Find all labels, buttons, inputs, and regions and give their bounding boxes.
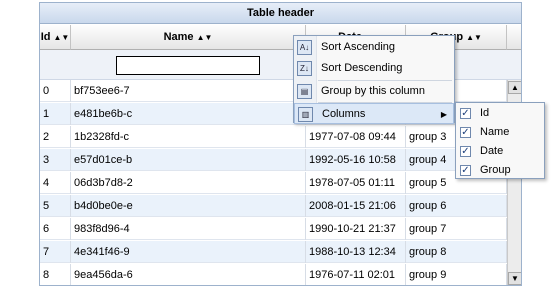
columns-icon: ▥	[298, 107, 313, 122]
cell-id: 6	[40, 218, 71, 240]
group-by-icon: ▤	[297, 84, 312, 99]
checkbox-icon[interactable]: ✓	[460, 165, 471, 176]
cell-id: 5	[40, 195, 71, 217]
table-row[interactable]: 3 e57d01ce-b 1992-05-16 10:58 group 4	[40, 149, 507, 171]
sort-toggle-icon: ▲▼	[53, 33, 70, 42]
cell-date: 1992-05-16 10:58	[306, 149, 406, 171]
cell-name: 983f8d96-4	[71, 218, 306, 240]
cell-id: 8	[40, 264, 71, 285]
cell-name: 9ea456da-6	[71, 264, 306, 285]
sort-descending-icon: Z↓	[297, 61, 312, 76]
column-header-id-label: Id	[40, 31, 51, 43]
cell-name: b4d0be0e-e	[71, 195, 306, 217]
sort-ascending-icon: A↓	[297, 40, 312, 55]
sort-toggle-icon: ▲▼	[466, 33, 482, 42]
cell-date: 1977-07-08 09:44	[306, 126, 406, 148]
submenu-item-group[interactable]: ✓ Group	[456, 161, 544, 180]
cell-name: bf753ee6-7	[71, 80, 306, 102]
menu-item-label: Group by this column	[321, 85, 425, 97]
submenu-item-label: Group	[480, 164, 511, 176]
checkbox-icon[interactable]: ✓	[460, 127, 471, 138]
scroll-up-arrow-icon[interactable]: ▲	[508, 81, 521, 94]
submenu-item-date[interactable]: ✓ Date	[456, 142, 544, 161]
cell-name: 06d3b7d8-2	[71, 172, 306, 194]
column-header-name[interactable]: Name ▲▼	[71, 25, 306, 50]
submenu-item-label: Date	[480, 145, 504, 157]
submenu-item-name[interactable]: ✓ Name	[456, 123, 544, 142]
menu-item-label: Sort Ascending	[321, 41, 395, 53]
columns-submenu: ✓ Id ✓ Name ✓ Date ✓ Group	[455, 102, 545, 179]
table-row[interactable]: 7 4e341f46-9 1988-10-13 12:34 group 8	[40, 241, 507, 263]
checkbox-icon[interactable]: ✓	[460, 146, 471, 157]
column-header-id[interactable]: Id ▲▼	[40, 25, 71, 50]
cell-date: 2008-01-15 21:06	[306, 195, 406, 217]
submenu-arrow-icon: ▶	[440, 110, 447, 119]
cell-name: e57d01ce-b	[71, 149, 306, 171]
cell-group: group 7	[406, 218, 507, 240]
cell-group: group 8	[406, 241, 507, 263]
cell-date: 1988-10-13 12:34	[306, 241, 406, 263]
cell-id: 0	[40, 80, 71, 102]
cell-id: 1	[40, 103, 71, 125]
submenu-item-id[interactable]: ✓ Id	[456, 104, 544, 123]
menu-item-sort-ascending[interactable]: A↓ Sort Ascending	[294, 37, 454, 58]
cell-name: 1b2328fd-c	[71, 126, 306, 148]
cell-date: 1976-07-11 02:01	[306, 264, 406, 285]
cell-group: group 6	[406, 195, 507, 217]
table-row[interactable]: 8 9ea456da-6 1976-07-11 02:01 group 9	[40, 264, 507, 285]
table-row[interactable]: 6 983f8d96-4 1990-10-21 21:37 group 7	[40, 218, 507, 240]
column-context-menu: A↓ Sort Ascending Z↓ Sort Descending ▤ G…	[293, 35, 455, 124]
sort-toggle-icon: ▲▼	[196, 33, 213, 42]
name-filter-input[interactable]	[116, 56, 260, 75]
menu-item-label: Sort Descending	[321, 62, 403, 74]
header-corner	[507, 25, 521, 50]
table-row[interactable]: 4 06d3b7d8-2 1978-07-05 01:11 group 5	[40, 172, 507, 194]
cell-date: 1990-10-21 21:37	[306, 218, 406, 240]
menu-item-sort-descending[interactable]: Z↓ Sort Descending	[294, 58, 454, 79]
cell-id: 4	[40, 172, 71, 194]
table-title: Table header	[40, 3, 521, 24]
scroll-down-arrow-icon[interactable]: ▼	[508, 272, 521, 285]
table-row[interactable]: 2 1b2328fd-c 1977-07-08 09:44 group 3	[40, 126, 507, 148]
cell-id: 3	[40, 149, 71, 171]
submenu-item-label: Name	[480, 126, 510, 138]
submenu-item-label: Id	[480, 107, 490, 119]
checkbox-icon[interactable]: ✓	[460, 108, 471, 119]
cell-name: e481be6b-c	[71, 103, 306, 125]
menu-item-columns[interactable]: ▥ Columns ▶	[294, 103, 454, 124]
cell-name: 4e341f46-9	[71, 241, 306, 263]
cell-date: 1978-07-05 01:11	[306, 172, 406, 194]
menu-item-group-by[interactable]: ▤ Group by this column	[294, 81, 454, 102]
cell-id: 2	[40, 126, 71, 148]
cell-group: group 9	[406, 264, 507, 285]
table-row[interactable]: 5 b4d0be0e-e 2008-01-15 21:06 group 6	[40, 195, 507, 217]
cell-id: 7	[40, 241, 71, 263]
menu-item-label: Columns	[322, 108, 366, 120]
column-header-name-label: Name	[163, 31, 194, 43]
